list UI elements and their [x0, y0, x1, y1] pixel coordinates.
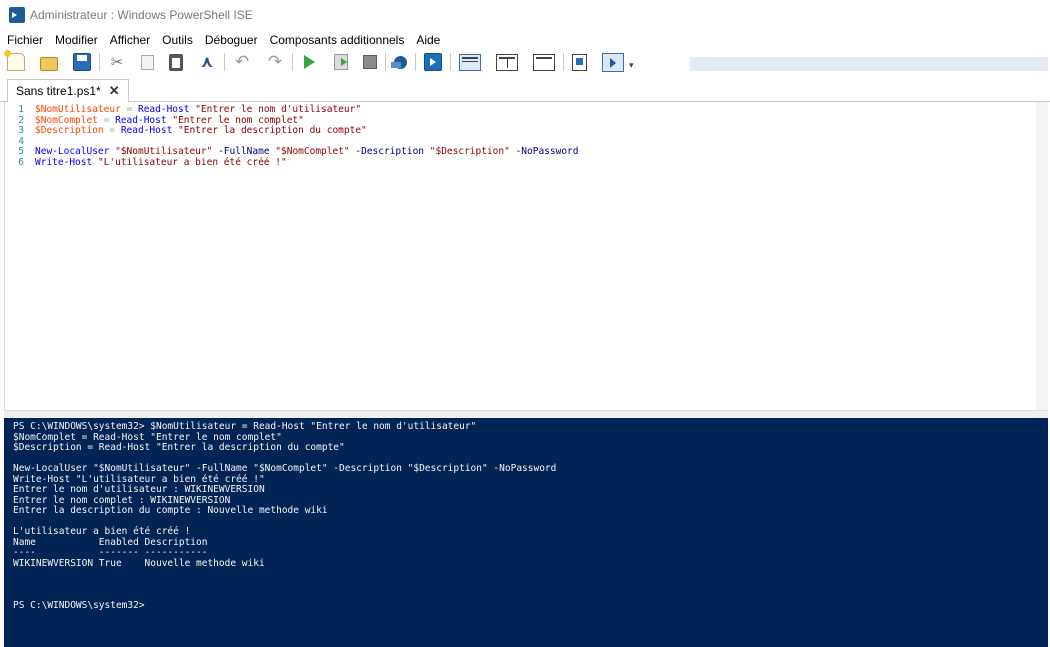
- new-script-icon[interactable]: [4, 50, 25, 71]
- console-line: ---- ------- -----------: [13, 547, 208, 558]
- toolbar-separator: [563, 53, 564, 71]
- run-selection-icon[interactable]: [334, 54, 348, 70]
- toolbar-separator: [415, 53, 416, 71]
- tab-sans-titre1[interactable]: Sans titre1.ps1* ✕: [7, 79, 129, 102]
- toolbar-overflow-icon[interactable]: ▾: [629, 61, 634, 71]
- code-token: =: [97, 114, 116, 126]
- title-bar: Administrateur : Windows PowerShell ISE: [0, 0, 1050, 30]
- code-token: $NomUtilisateur: [35, 104, 121, 115]
- code-token: -NoPassword: [515, 146, 579, 157]
- console-line: PS C:\WINDOWS\system32>: [13, 599, 145, 611]
- show-script-maximized-icon[interactable]: [533, 53, 555, 71]
- console-line: Entrer la description du compte : Nouvel…: [13, 505, 328, 516]
- toolbar-separator: [99, 53, 100, 71]
- console-line: L'utilisateur a bien été créé !: [13, 526, 191, 537]
- clear-console-icon[interactable]: ⋏: [198, 53, 216, 71]
- stop-icon[interactable]: [363, 55, 377, 69]
- cut-icon[interactable]: ✂: [108, 53, 126, 71]
- code-token: "$NomComplet": [275, 146, 350, 157]
- menu-bar: Fichier Modifier Afficher Outils Débogue…: [0, 30, 1050, 50]
- code-token: $Description: [35, 125, 104, 136]
- code-text: $Description = Read-Host "Entrer la desc…: [35, 125, 367, 137]
- menu-aide[interactable]: Aide: [409, 33, 445, 47]
- code-token: Write-Host: [35, 156, 93, 168]
- code-token: "L'utilisateur a bien été créé !": [97, 156, 287, 168]
- pane-splitter[interactable]: [4, 410, 1048, 418]
- code-text: Write-Host "L'utilisateur a bien été cré…: [35, 156, 287, 169]
- code-line[interactable]: 6 Write-Host "L'utilisateur a bien été cr…: [5, 156, 1048, 169]
- toolbar-separator: [292, 53, 293, 71]
- code-token: "$Description": [429, 146, 510, 157]
- tab-label: Sans titre1.ps1*: [16, 84, 101, 98]
- redo-icon[interactable]: ↷: [266, 53, 284, 71]
- paste-icon[interactable]: [169, 53, 183, 71]
- show-script-right-icon[interactable]: [496, 53, 518, 71]
- editor-scrollbar[interactable]: [1036, 102, 1048, 410]
- open-folder-icon[interactable]: [40, 56, 58, 71]
- line-number: 6: [18, 156, 24, 168]
- line-number: 5: [18, 146, 24, 157]
- menu-deboguer[interactable]: Déboguer: [198, 33, 263, 47]
- console-line: PS C:\WINDOWS\system32> $NomUtilisateur …: [13, 421, 477, 432]
- code-token: $NomComplet: [35, 114, 98, 126]
- script-editor[interactable]: 1 $NomUtilisateur = Read-Host "Entrer le …: [4, 102, 1048, 410]
- new-remote-tab-icon[interactable]: [391, 55, 407, 69]
- code-line[interactable]: 3 $Description = Read-Host "Entrer la des…: [5, 125, 1048, 137]
- show-snippets-icon[interactable]: [572, 53, 587, 71]
- undo-icon[interactable]: ↶: [233, 53, 251, 71]
- copy-icon[interactable]: [141, 54, 154, 70]
- code-token: Read-Host: [120, 125, 173, 136]
- code-token: =: [103, 125, 121, 136]
- code-token: "$NomUtilisateur": [115, 146, 213, 157]
- console-line: Entrer le nom d'utilisateur : WIKINEWVER…: [13, 484, 265, 495]
- toolbar-empty-area: [690, 57, 1048, 71]
- show-commands-addon-icon[interactable]: [602, 52, 624, 72]
- toolbar-separator: [450, 53, 451, 71]
- menu-afficher[interactable]: Afficher: [103, 33, 155, 47]
- console-pane[interactable]: PS C:\WINDOWS\system32> $NomUtilisateur …: [4, 418, 1048, 647]
- window-title: Administrateur : Windows PowerShell ISE: [30, 8, 253, 22]
- close-tab-icon[interactable]: ✕: [109, 83, 120, 99]
- line-number: 1: [18, 104, 24, 115]
- console-line: WIKINEWVERSION True Nouvelle methode wik…: [13, 557, 265, 569]
- code-token: New-LocalUser: [35, 146, 110, 157]
- toolbar-separator: [385, 53, 386, 71]
- show-script-top-icon[interactable]: [459, 53, 481, 71]
- save-icon[interactable]: [73, 53, 91, 71]
- code-token: -Description: [355, 146, 425, 157]
- code-token: -FullName: [218, 146, 270, 157]
- menu-modifier[interactable]: Modifier: [48, 33, 103, 47]
- menu-outils[interactable]: Outils: [155, 33, 198, 47]
- console-line: $Description = Read-Host "Entrer la desc…: [13, 442, 345, 453]
- menu-composants-additionnels[interactable]: Composants additionnels: [263, 33, 410, 47]
- code-token: "Entrer le nom d'utilisateur": [195, 104, 362, 115]
- menu-fichier[interactable]: Fichier: [0, 33, 48, 47]
- code-token: =: [120, 104, 138, 115]
- powershell-ise-icon: [9, 7, 25, 23]
- run-script-icon[interactable]: [304, 55, 315, 69]
- code-token: "Entrer la description du compte": [178, 125, 367, 136]
- toolbar-separator: [224, 53, 225, 71]
- console-line: New-LocalUser "$NomUtilisateur" -FullNam…: [13, 463, 557, 474]
- code-token: "Entrer le nom complet": [172, 114, 304, 126]
- script-tab-strip: Sans titre1.ps1* ✕: [0, 76, 1050, 102]
- code-token: Read-Host: [137, 104, 190, 115]
- line-number: 3: [18, 125, 24, 136]
- start-powershell-icon[interactable]: [424, 53, 442, 71]
- code-token: Read-Host: [115, 114, 167, 126]
